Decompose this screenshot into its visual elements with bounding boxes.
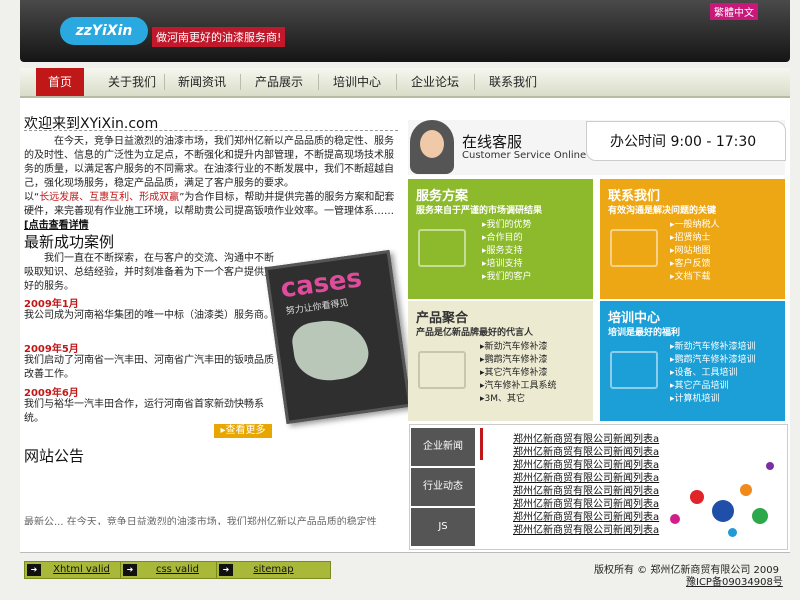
tile-link[interactable]: 汽车修补工具系统 — [480, 380, 557, 393]
paint-splash — [740, 484, 752, 496]
active-tab-indicator — [480, 428, 483, 460]
welcome-paragraph: 在今天，竞争日益激烈的油漆市场，我们郑州亿新以产品品质的稳定性、服务的及时性、信… — [24, 136, 394, 189]
footer-divider — [20, 552, 790, 553]
service-subtitle: Customer Service Online — [462, 150, 587, 161]
tile-link[interactable]: 新劲汽车修补漆 — [480, 341, 557, 354]
tile-products: 产品聚合 产品是亿新品牌最好的代言人 新劲汽车修补漆 鹦鹉汽车修补漆 其它汽车修… — [408, 301, 593, 421]
tab-js[interactable]: JS — [411, 508, 475, 546]
site-logo[interactable]: zzYiXin — [60, 17, 148, 45]
cases-image: cases 努力让你看得见 — [264, 250, 412, 424]
case-date: 2009年1月 — [24, 299, 79, 310]
envelope-icon — [418, 351, 466, 389]
main-nav: 首页 关于我们 新闻资讯 产品展示 培训中心 企业论坛 联系我们 — [20, 68, 790, 98]
header-slogan: 做河南更好的油漆服务商! — [152, 27, 286, 47]
case-date: 2009年5月 — [24, 344, 79, 355]
tile-link[interactable]: 其它汽车修补漆 — [480, 367, 557, 380]
tile-title: 服务方案 — [416, 189, 469, 204]
nav-training[interactable]: 培训中心 — [324, 68, 390, 96]
paint-splash — [670, 514, 680, 524]
tile-link[interactable]: 合作目的 — [482, 232, 532, 245]
tile-training: 培训中心 培训是最好的福利 新劲汽车修补漆培训 鹦鹉汽车修补漆培训 设备、工具培… — [600, 301, 785, 421]
case-description: 我们启动了河南省一汽丰田、河南省广汽丰田的钣喷品质改善工作。 — [24, 355, 274, 380]
tile-title: 联系我们 — [608, 189, 661, 204]
case-description: 我公司成为河南裕华集团的唯一中标（油漆类）服务商。 — [24, 310, 274, 321]
tile-subtitle: 产品是亿新品牌最好的代言人 — [416, 328, 534, 338]
welcome-text: 在今天，竞争日益激烈的油漆市场，我们郑州亿新以产品品质的稳定性、服务的及时性、信… — [24, 135, 399, 233]
divider — [24, 130, 398, 131]
nav-contact[interactable]: 联系我们 — [480, 68, 546, 96]
tile-link[interactable]: 服务支持 — [482, 245, 532, 258]
tile-subtitle: 有效沟通是解决问题的关键 — [608, 206, 717, 216]
nav-separator — [318, 74, 319, 90]
tile-contact: 联系我们 有效沟通是解决问题的关键 一般纳税人 招贤纳士 网站地图 客户反馈 文… — [600, 179, 785, 299]
sitemap-badge[interactable]: ➜ sitemap — [216, 561, 331, 579]
tile-link[interactable]: 3M、其它 — [480, 393, 557, 406]
nav-forum[interactable]: 企业论坛 — [402, 68, 468, 96]
view-more-label: 查看更多 — [225, 425, 266, 436]
paint-splash — [766, 462, 774, 470]
tile-link[interactable]: 设备、工具培训 — [670, 367, 756, 380]
tile-link[interactable]: 计算机培训 — [670, 393, 756, 406]
paint-splash — [752, 508, 768, 524]
case-description: 我们与裕华一汽丰田合作，运行河南省首家新劲快畅系统。 — [24, 399, 264, 424]
tile-link[interactable]: 我们的优势 — [482, 219, 532, 232]
tile-link[interactable]: 培训支持 — [482, 258, 532, 271]
paint-splash — [712, 500, 734, 522]
tile-subtitle: 培训是最好的福利 — [608, 328, 681, 338]
nav-home[interactable]: 首页 — [36, 68, 84, 96]
nav-separator — [164, 74, 165, 90]
nav-products[interactable]: 产品展示 — [246, 68, 312, 96]
service-title[interactable]: 在线客服 — [462, 131, 522, 152]
nav-about[interactable]: 关于我们 — [100, 68, 164, 96]
tile-title: 产品聚合 — [416, 311, 469, 326]
badge-label: sitemap — [253, 564, 294, 575]
notice-title: 网站公告 — [24, 447, 85, 465]
paint-splash — [690, 490, 704, 504]
nav-separator — [240, 74, 241, 90]
notice-marquee: 最新公... 在今天，竞争日益激烈的油漆市场，我们郑州亿新以产品品质的稳定性 — [24, 517, 377, 525]
tile-link[interactable]: 其它产品培训 — [670, 380, 756, 393]
tile-list: 新劲汽车修补漆培训 鹦鹉汽车修补漆培训 设备、工具培训 其它产品培训 计算机培训 — [670, 341, 756, 406]
tile-link[interactable]: 网站地图 — [670, 245, 720, 258]
cases-intro: 我们一直在不断探索，在与客户的交流、沟通中不断吸取知识、总结经验，并时刻准备着为… — [24, 253, 274, 292]
tile-link[interactable]: 鹦鹉汽车修补漆培训 — [670, 354, 756, 367]
details-link[interactable]: [点击查看详情 — [24, 220, 89, 231]
tile-link[interactable]: 新劲汽车修补漆培训 — [670, 341, 756, 354]
envelope-icon — [610, 351, 658, 389]
view-more-button[interactable]: ▸查看更多 — [214, 424, 272, 438]
tile-link[interactable]: 招贤纳士 — [670, 232, 720, 245]
tile-list: 一般纳税人 招贤纳士 网站地图 客户反馈 文档下载 — [670, 219, 720, 284]
tile-list: 我们的优势 合作目的 服务支持 培训支持 我们的客户 — [482, 219, 532, 284]
tile-link[interactable]: 我们的客户 — [482, 271, 532, 284]
case-date: 2009年6月 — [24, 388, 79, 399]
tile-link[interactable]: 一般纳税人 — [670, 219, 720, 232]
tab-company-news[interactable]: 企业新闻 — [411, 428, 475, 466]
tile-link[interactable]: 鹦鹉汽车修补漆 — [480, 354, 557, 367]
agent-face — [420, 130, 444, 158]
tile-service-plan: 服务方案 服务来自于严谨的市场调研结果 我们的优势 合作目的 服务支持 培训支持… — [408, 179, 593, 299]
map-shape — [289, 315, 372, 385]
icp-link[interactable]: 豫ICP备09034908号 — [686, 573, 783, 588]
highlight-text: 长远发展、互惠互利、形成双赢 — [39, 192, 180, 203]
tile-subtitle: 服务来自于严谨的市场调研结果 — [416, 206, 543, 216]
paint-splash — [728, 528, 737, 537]
tile-title: 培训中心 — [608, 311, 661, 326]
office-hours: 办公时间 9:00 - 17:30 — [610, 134, 757, 150]
envelope-icon — [418, 229, 466, 267]
language-switch[interactable]: 繁體中文 — [710, 3, 758, 20]
tile-list: 新劲汽车修补漆 鹦鹉汽车修补漆 其它汽车修补漆 汽车修补工具系统 3M、其它 — [480, 341, 557, 406]
nav-news[interactable]: 新闻资讯 — [170, 68, 234, 96]
tile-link[interactable]: 文档下载 — [670, 271, 720, 284]
tile-link[interactable]: 客户反馈 — [670, 258, 720, 271]
envelope-icon — [610, 229, 658, 267]
nav-separator — [474, 74, 475, 90]
agent-avatar — [410, 120, 454, 174]
tab-industry-news[interactable]: 行业动态 — [411, 468, 475, 506]
text-fragment: 以“ — [24, 192, 40, 203]
nav-separator — [396, 74, 397, 90]
welcome-paragraph-2: 以“长远发展、互惠互利、形成双赢”为合作目标，帮助并提供完善的服务方案和配套硬件… — [24, 192, 394, 231]
news-item[interactable]: 郑州亿新商贸有限公司新闻列表a — [513, 521, 667, 536]
cases-title: 最新成功案例 — [24, 233, 115, 251]
